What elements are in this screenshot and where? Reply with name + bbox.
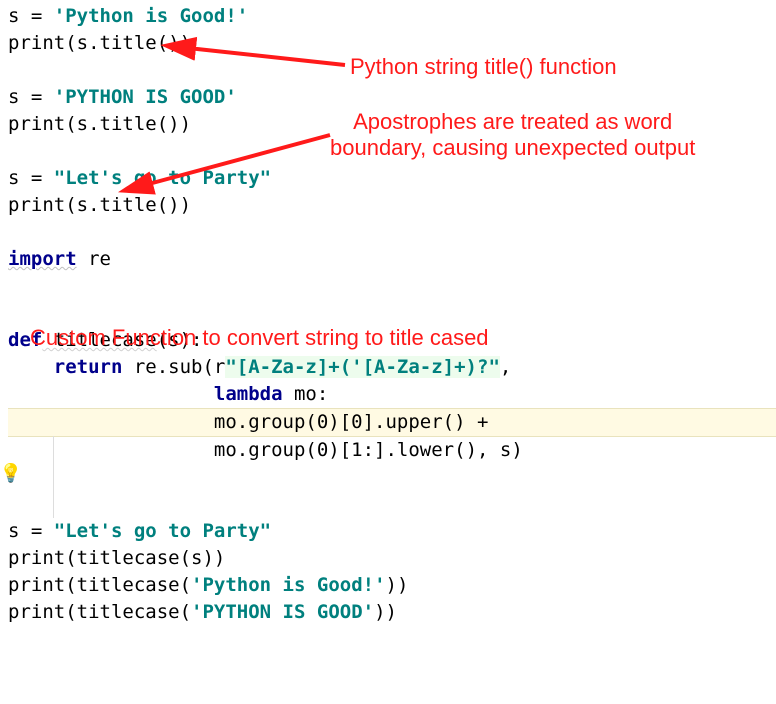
- code-line: s = 'Python is Good!': [8, 5, 248, 27]
- code-line: print(titlecase('PYTHON IS GOOD')): [8, 601, 397, 623]
- code-line: import re: [8, 248, 111, 270]
- code-line: print(s.title()): [8, 194, 191, 216]
- code-line: return re.sub(r"[A-Za-z]+('[A-Za-z]+)?",: [8, 356, 511, 378]
- code-line: print(titlecase(s)): [8, 547, 225, 569]
- code-line: print(s.title()): [8, 113, 191, 135]
- code-line: print(s.title()): [8, 32, 191, 54]
- code-line: mo.group(0)[0].upper() +: [8, 408, 776, 437]
- code-line: lambda mo:: [8, 383, 328, 405]
- lightbulb-icon[interactable]: 💡: [0, 460, 24, 487]
- code-line: s = "Let's go to Party": [8, 520, 271, 542]
- annotation-apostrophe: Apostrophes are treated as wordboundary,…: [330, 109, 695, 161]
- annotation-title-fn: Python string title() function: [350, 54, 617, 80]
- code-line: s = 'PYTHON IS GOOD': [8, 86, 237, 108]
- code-line: s = "Let's go to Party": [8, 167, 271, 189]
- code-line: print(titlecase('Python is Good!')): [8, 574, 408, 596]
- code-line: mo.group(0)[1:].lower(), s): [8, 439, 523, 461]
- code-block: s = 'Python is Good!' print(s.title()) s…: [8, 3, 776, 626]
- indent-guide: [52, 436, 54, 518]
- annotation-custom-fn: Custom Function to convert string to tit…: [30, 325, 489, 351]
